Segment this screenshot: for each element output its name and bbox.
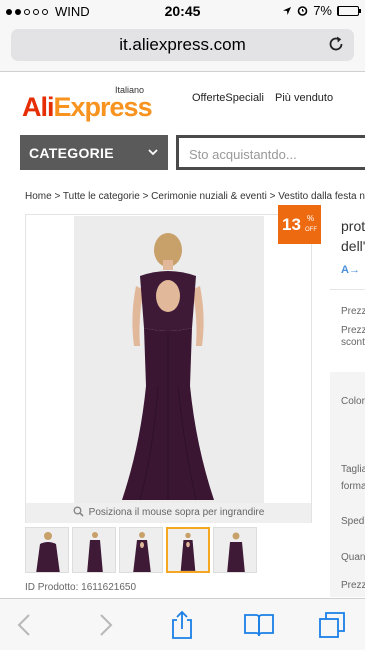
thumbnail-2[interactable] xyxy=(72,527,116,573)
thumbnail-5[interactable] xyxy=(213,527,257,573)
thumbnail-1[interactable] xyxy=(25,527,69,573)
chevron-right-icon xyxy=(100,614,113,636)
nav-link-piu-venduto[interactable]: Più venduto xyxy=(275,92,333,104)
battery-icon xyxy=(337,5,361,16)
label-discount: scont xyxy=(341,337,365,348)
divider xyxy=(330,289,365,290)
label-color: Color xyxy=(341,396,365,407)
translate-icon[interactable]: A→ xyxy=(341,264,360,276)
reload-icon[interactable] xyxy=(326,34,346,54)
safari-toolbar xyxy=(0,598,365,650)
url-text: it.aliexpress.com xyxy=(119,35,246,54)
dress-illustration xyxy=(74,216,264,503)
back-button[interactable] xyxy=(10,611,38,639)
thumbnail-3[interactable] xyxy=(119,527,163,573)
zoom-hint: Posiziona il mouse sopra per ingrandire xyxy=(26,503,311,523)
discount-off: OFF xyxy=(305,227,317,233)
product-main-image[interactable] xyxy=(74,216,264,503)
aliexpress-logo[interactable]: AliExpress xyxy=(22,92,153,123)
label-shipping: Spedi xyxy=(341,516,365,527)
location-icon xyxy=(283,6,292,15)
browser-address-area: it.aliexpress.com xyxy=(0,22,365,72)
book-icon xyxy=(244,614,274,637)
share-icon xyxy=(172,610,192,639)
label-discount-price: Prezz xyxy=(341,325,365,336)
tabs-icon xyxy=(319,612,345,638)
thumbnail-4[interactable] xyxy=(166,527,210,573)
thumbnail-strip xyxy=(25,527,257,573)
forward-button[interactable] xyxy=(92,611,120,639)
label-total-price: Prezz xyxy=(341,580,365,591)
search-input[interactable]: Sto acquistantdo... xyxy=(176,135,365,170)
tabs-button[interactable] xyxy=(318,611,346,639)
nav-link-offerte-speciali[interactable]: OfferteSpeciali xyxy=(192,92,264,104)
breadcrumb[interactable]: Home > Tutte le categorie > Cerimonie nu… xyxy=(25,191,365,202)
label-shape: forma xyxy=(341,481,365,492)
label-quantity: Quan xyxy=(341,552,365,563)
label-size: Taglia xyxy=(341,464,365,475)
search-placeholder: Sto acquistantdo... xyxy=(189,147,297,162)
discount-percent: % xyxy=(307,214,315,223)
chevron-left-icon xyxy=(17,614,30,636)
discount-value: 13 xyxy=(282,215,301,234)
product-gallery: Posiziona il mouse sopra per ingrandire xyxy=(25,214,312,523)
magnifier-icon xyxy=(73,506,84,517)
alarm-icon xyxy=(297,6,308,16)
chevron-down-icon xyxy=(148,149,158,156)
product-title: prot dell' xyxy=(341,218,365,254)
categories-dropdown[interactable]: CATEGORIE xyxy=(20,135,168,170)
categories-label: CATEGORIE xyxy=(29,145,114,161)
bookmarks-button[interactable] xyxy=(243,611,275,639)
discount-badge: 13 % OFF xyxy=(278,205,321,244)
address-bar[interactable]: it.aliexpress.com xyxy=(11,29,354,61)
share-button[interactable] xyxy=(168,610,196,639)
status-bar: WIND 20:45 7% xyxy=(0,0,365,22)
battery-percent: 7% xyxy=(313,3,332,18)
zoom-hint-text: Posiziona il mouse sopra per ingrandire xyxy=(88,507,265,518)
label-price: Prezz xyxy=(341,306,365,317)
product-id: ID Prodotto: 1611621650 xyxy=(25,582,137,593)
